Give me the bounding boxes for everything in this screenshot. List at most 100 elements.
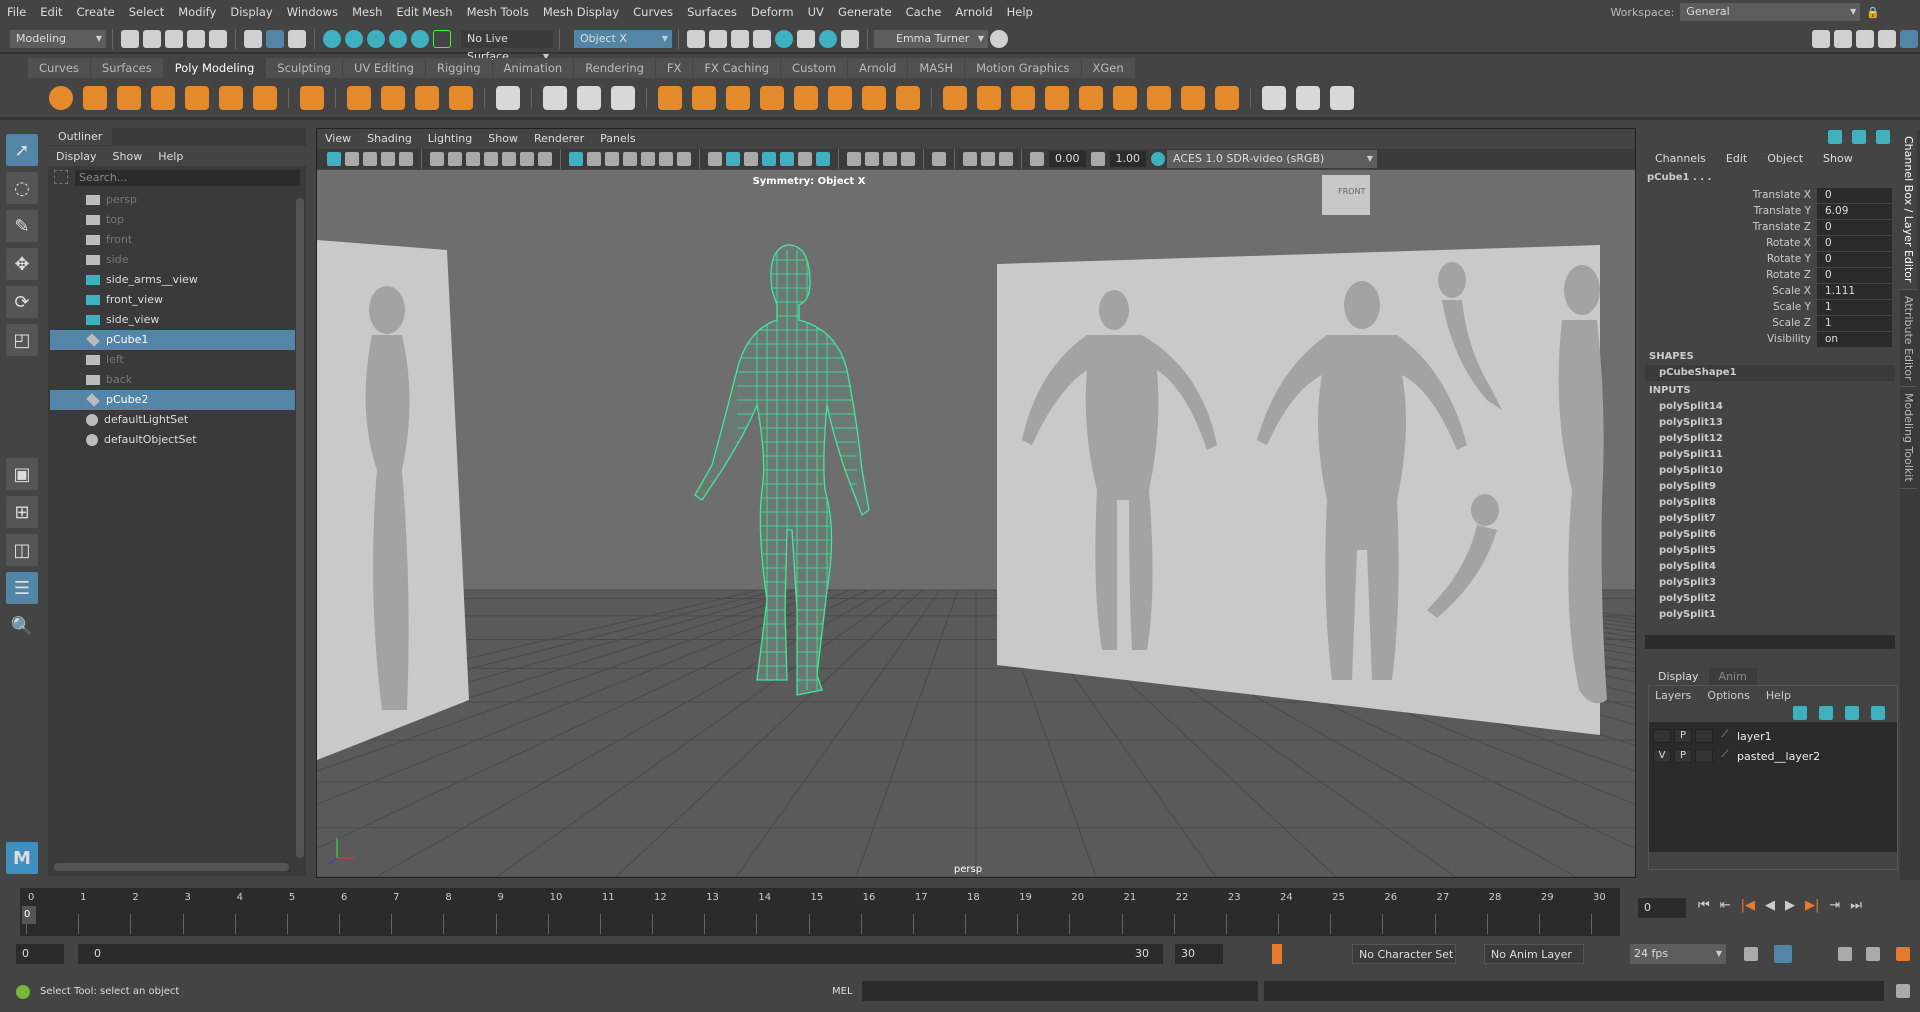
wireframe-on-shaded-icon[interactable] [762, 152, 776, 166]
open-scene-icon[interactable] [143, 30, 161, 48]
select-hierarchy-icon[interactable] [244, 30, 262, 48]
new-layer-icon[interactable] [1845, 706, 1859, 720]
four-view-icon[interactable]: ⊞ [6, 496, 38, 528]
channel-box-toggle-icon[interactable] [1828, 130, 1842, 144]
super-shape-icon[interactable] [347, 85, 371, 110]
type-icon[interactable] [415, 85, 439, 110]
lock-icon[interactable]: 🔒 [1866, 6, 1880, 19]
new-layer-selected-icon[interactable] [1871, 706, 1885, 720]
safe-action-icon[interactable] [587, 152, 601, 166]
outliner-item[interactable]: top [50, 210, 295, 230]
poly-disc-icon[interactable] [253, 85, 277, 110]
modeling-toolkit-icon[interactable] [1812, 30, 1830, 48]
poly-cylinder-icon[interactable] [117, 85, 141, 110]
3d-scene[interactable]: FRONT Symmetry: Object X persp [317, 170, 1635, 877]
bookmark-icon[interactable] [363, 152, 377, 166]
sweep-mesh-icon[interactable] [381, 85, 405, 110]
command-input[interactable] [862, 981, 1258, 1001]
menu-mesh-display[interactable]: Mesh Display [536, 0, 626, 24]
extrude-icon[interactable] [943, 85, 967, 110]
combine-icon[interactable] [658, 85, 682, 110]
input-node[interactable]: polySplit6 [1645, 527, 1900, 543]
ipr-render-icon[interactable] [731, 30, 749, 48]
shelf-tab-surfaces[interactable]: Surfaces [90, 58, 163, 78]
poly-cone-icon[interactable] [151, 85, 175, 110]
display-type-toggle[interactable] [1695, 729, 1713, 743]
outliner-item[interactable]: front [50, 230, 295, 250]
exposure-field[interactable]: 0.00 [1049, 151, 1086, 167]
play-backwards-icon[interactable]: ◀ [1765, 898, 1775, 913]
channel-value[interactable]: 0 [1817, 235, 1892, 251]
step-back-key-icon[interactable]: ⇤ [1720, 898, 1731, 913]
circularize-icon[interactable] [1147, 85, 1171, 110]
xray-joints-icon[interactable] [659, 152, 673, 166]
wireframe-icon[interactable] [708, 152, 722, 166]
new-scene-icon[interactable] [121, 30, 139, 48]
poly-torus-icon[interactable] [185, 85, 209, 110]
mirror-geo-icon[interactable] [896, 85, 920, 110]
playback-toggle[interactable]: P [1674, 729, 1692, 743]
render-settings-icon[interactable] [753, 30, 771, 48]
step-forward-key-icon[interactable]: ⇥ [1829, 898, 1840, 913]
step-forward-frame-icon[interactable]: ▶| [1805, 898, 1819, 913]
workspace-dropdown[interactable]: General [1680, 3, 1861, 21]
shadows-icon[interactable] [816, 152, 830, 166]
bevel-icon[interactable] [1011, 85, 1035, 110]
outliner-menu-show[interactable]: Show [105, 150, 151, 163]
arnold-render-icon[interactable] [797, 30, 815, 48]
snap-live-icon[interactable] [433, 30, 451, 48]
input-node[interactable]: polySplit9 [1645, 479, 1900, 495]
shelf-tab-motion-graphics[interactable]: Motion Graphics [965, 58, 1081, 78]
ambient-occlusion-icon[interactable] [847, 152, 861, 166]
menu-curves[interactable]: Curves [626, 0, 680, 24]
outliner-item[interactable]: left [50, 350, 295, 370]
text-icon[interactable] [677, 152, 691, 166]
use-lights-icon[interactable] [798, 152, 812, 166]
channel-value[interactable]: 0 [1817, 267, 1892, 283]
scale-tool-icon[interactable]: ◰ [6, 324, 38, 356]
anim-layer-field[interactable]: No Anim Layer [1484, 944, 1584, 964]
channel-value[interactable]: 0 [1817, 187, 1892, 203]
channel-menu-object[interactable]: Object [1757, 152, 1813, 165]
channel-menu-channels[interactable]: Channels [1645, 152, 1716, 165]
input-node[interactable]: polySplit12 [1645, 431, 1900, 447]
separate-icon[interactable] [692, 85, 716, 110]
outliner-item[interactable]: side [50, 250, 295, 270]
end-time-field[interactable]: 30 [1175, 944, 1223, 964]
outliner-item[interactable]: pCube1 [50, 330, 295, 350]
channel-value[interactable]: 0 [1817, 251, 1892, 267]
origin-icon[interactable] [611, 85, 635, 110]
gamma-reset-icon[interactable] [1090, 152, 1105, 166]
paint-select-icon[interactable]: ✎ [6, 210, 38, 242]
symmetry-dropdown[interactable]: Object X [574, 30, 672, 48]
input-node[interactable]: polySplit3 [1645, 575, 1900, 591]
gate-mask-icon[interactable] [520, 152, 534, 166]
viewport-menu-lighting[interactable]: Lighting [420, 129, 480, 149]
viewport-menu-panels[interactable]: Panels [592, 129, 643, 149]
single-view-icon[interactable]: ▣ [6, 458, 38, 490]
target-weld-icon[interactable] [1215, 85, 1239, 110]
channel-value[interactable]: 0 [1817, 219, 1892, 235]
character-set-field[interactable]: No Character Set [1352, 944, 1456, 964]
viewport-menu-shading[interactable]: Shading [359, 129, 420, 149]
menu-mesh[interactable]: Mesh [345, 0, 389, 24]
channel-box-icon[interactable] [1900, 30, 1918, 48]
auto-key-icon[interactable] [1272, 944, 1282, 964]
select-object-icon[interactable] [266, 30, 284, 48]
layer-menu-options[interactable]: Options [1707, 689, 1749, 702]
channel-name[interactable]: Scale X [1645, 285, 1817, 297]
menu-generate[interactable]: Generate [831, 0, 899, 24]
outliner-item[interactable]: front_view [50, 290, 295, 310]
outliner-layout-icon[interactable]: ☰ [6, 572, 38, 604]
shelf-tab-custom[interactable]: Custom [781, 58, 848, 78]
poly-plane-icon[interactable] [219, 85, 243, 110]
safe-title-icon[interactable] [605, 152, 619, 166]
character-controls-icon[interactable] [1896, 947, 1910, 961]
field-chart-icon[interactable] [538, 152, 552, 166]
viewport-menu-view[interactable]: View [317, 129, 359, 149]
channel-name[interactable]: Translate X [1645, 189, 1817, 201]
anim-prefs-icon[interactable] [1866, 947, 1880, 961]
visibility-toggle[interactable]: V [1653, 749, 1671, 763]
time-slider[interactable]: 0 1 2 3 4 5 6 7 8 9 10 11 12 13 14 15 16 17 18 19 20 21 22 23 24… [20, 888, 1620, 936]
retopo-icon[interactable] [862, 85, 886, 110]
